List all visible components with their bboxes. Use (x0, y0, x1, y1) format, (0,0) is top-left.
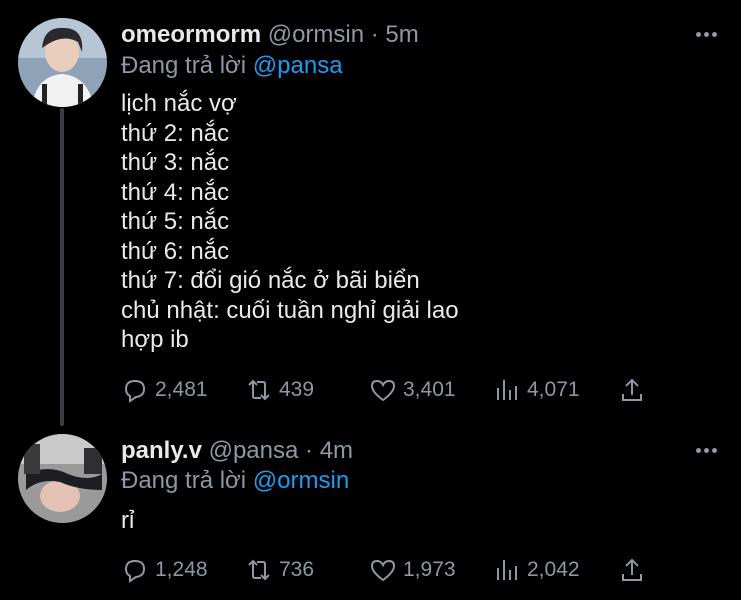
more-icon[interactable] (690, 440, 722, 460)
views-icon (497, 560, 517, 580)
views-count: 2,042 (527, 558, 580, 581)
tweet-header: panly.v @pansa · 4m (121, 436, 353, 466)
timestamp[interactable]: 5m (385, 21, 418, 48)
like-count: 3,401 (403, 378, 456, 401)
replying-to: Đang trả lời @ormsin (121, 466, 349, 496)
retweet-count: 439 (279, 378, 315, 401)
tweet-text: rỉ (121, 506, 134, 536)
tweet-line: thứ 2: nắc (121, 119, 230, 147)
replying-to: Đang trả lời @pansa (121, 51, 343, 81)
username[interactable]: @pansa (209, 437, 299, 464)
views-icon (497, 380, 517, 400)
avatar[interactable] (18, 434, 107, 523)
share-icon (622, 558, 642, 581)
tweet-line: thứ 5: nắc (121, 208, 230, 235)
like-button[interactable]: 1,973 (369, 553, 456, 587)
avatar-image (18, 434, 107, 523)
share-button[interactable] (618, 373, 646, 407)
reply-button[interactable]: 2,481 (121, 373, 208, 407)
tweet-line: thứ 4: nắc (121, 178, 230, 206)
more-icon[interactable] (690, 24, 722, 44)
retweet-button[interactable]: 736 (245, 553, 314, 587)
reply-icon (124, 559, 146, 583)
tweet-line: rỉ (121, 507, 135, 534)
tweet-1[interactable]: omeormorm @ormsin · 5m Đang trả lời @pan… (0, 0, 741, 426)
retweet-button[interactable]: 439 (245, 373, 314, 407)
display-name[interactable]: omeormorm (121, 21, 261, 48)
share-button[interactable] (618, 553, 646, 587)
display-name[interactable]: panly.v (121, 437, 202, 464)
thread-line (60, 108, 64, 426)
like-button[interactable]: 3,401 (369, 373, 456, 407)
mention-link[interactable]: @ormsin (253, 467, 349, 494)
mention-link[interactable]: @pansa (253, 52, 343, 79)
retweet-count: 736 (279, 558, 315, 581)
action-bar: 1,248 736 1,973 2,042 (121, 553, 661, 587)
retweet-icon (248, 379, 270, 401)
reply-button[interactable]: 1,248 (121, 553, 208, 587)
views-button[interactable]: 4,071 (493, 373, 580, 407)
tweet-line: thứ 6: nắc (121, 237, 230, 265)
tweet-line: thứ 3: nắc (121, 149, 230, 176)
retweet-icon (248, 559, 270, 581)
replying-to-label: Đang trả lời (121, 467, 247, 494)
heart-icon (370, 559, 396, 582)
avatar[interactable] (18, 18, 107, 107)
reply-count: 1,248 (155, 558, 208, 581)
reply-icon (124, 379, 146, 403)
tweet-line: thứ 7: đổi gió nắc ở bãi biển (121, 267, 420, 294)
tweet-line: hợp ib (121, 326, 189, 353)
tweet-2[interactable]: panly.v @pansa · 4m Đang trả lời @ormsin… (0, 420, 741, 600)
replying-to-label: Đang trả lời (121, 52, 247, 79)
views-count: 4,071 (527, 378, 580, 401)
timestamp[interactable]: 4m (320, 437, 353, 464)
heart-icon (370, 379, 396, 402)
share-icon (622, 378, 642, 401)
action-bar: 2,481 439 3,401 4,071 (121, 373, 661, 407)
avatar-image (18, 18, 107, 107)
tweet-text: lịch nắc vợ thứ 2: nắc thứ 3: nắc thứ 4:… (121, 89, 459, 355)
separator-dot: · (305, 437, 314, 464)
tweet-line: chủ nhật: cuối tuần nghỉ giải lao (121, 296, 459, 324)
separator-dot: · (370, 21, 379, 48)
like-count: 1,973 (403, 558, 456, 581)
tweet-line: lịch nắc vợ (121, 90, 237, 117)
tweet-header: omeormorm @ormsin · 5m (121, 20, 419, 50)
username[interactable]: @ormsin (268, 21, 364, 48)
reply-count: 2,481 (155, 378, 208, 401)
views-button[interactable]: 2,042 (493, 553, 580, 587)
